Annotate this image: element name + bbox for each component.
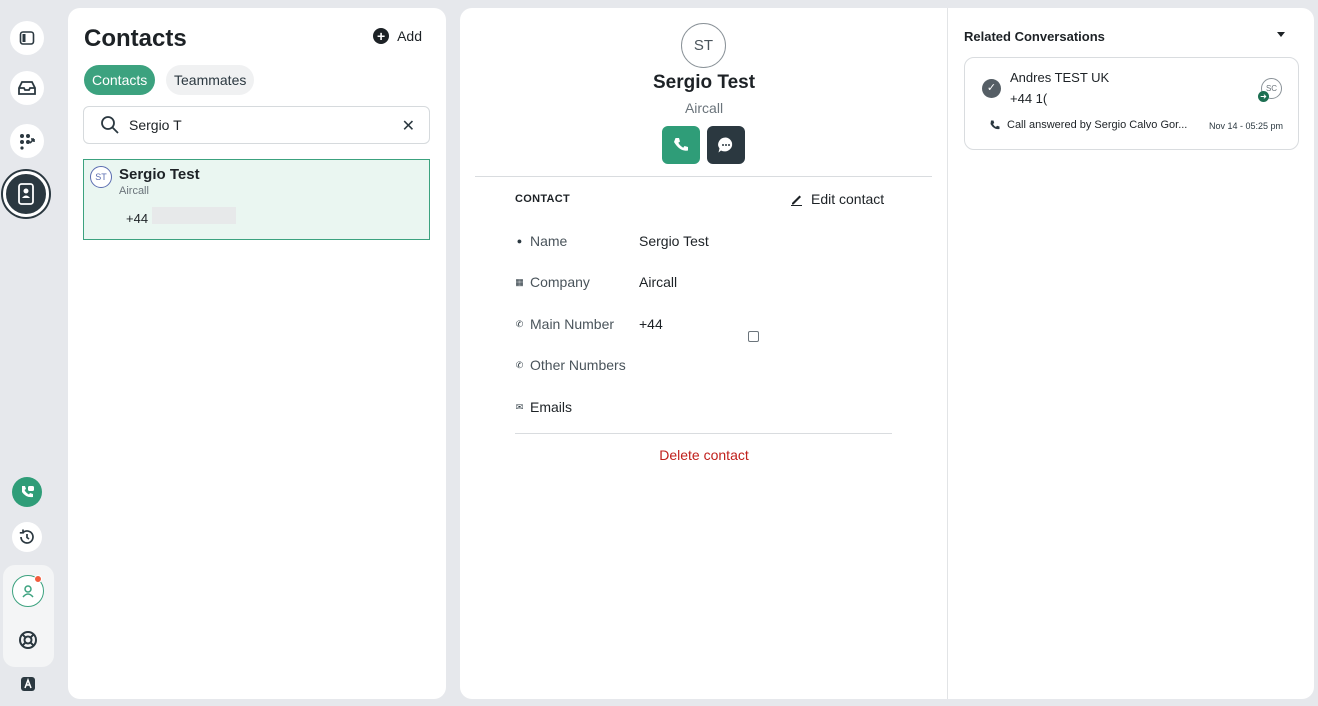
- field-value[interactable]: Aircall: [639, 274, 677, 290]
- inbox-icon[interactable]: [10, 71, 44, 105]
- field-value[interactable]: +44: [639, 316, 663, 332]
- tab-teammates[interactable]: Teammates: [166, 65, 255, 95]
- call-button[interactable]: [662, 126, 700, 164]
- arrow-right-icon: ➜: [1258, 91, 1269, 102]
- edit-contact-button[interactable]: Edit contact: [790, 191, 884, 207]
- mail-icon: ✉: [515, 401, 524, 412]
- history-icon[interactable]: [12, 522, 42, 552]
- divider: [475, 176, 932, 177]
- contacts-panel: Contacts + Add Contacts Teammates ✕ ST S…: [68, 8, 446, 699]
- detail-name: Sergio Test: [652, 72, 756, 93]
- section-label: CONTACT: [515, 193, 571, 205]
- building-icon: ▦: [515, 276, 524, 287]
- aircall-logo-icon: [21, 677, 35, 691]
- avatar: ST: [90, 166, 112, 188]
- detail-company: Aircall: [684, 100, 724, 116]
- column-divider: [947, 8, 948, 699]
- conversation-phone: +44 1(: [1010, 91, 1048, 106]
- phone-icon: [674, 138, 688, 151]
- field-label: Other Numbers: [530, 357, 626, 373]
- add-label: Add: [397, 28, 422, 44]
- contact-name: Sergio Test: [119, 166, 200, 183]
- contacts-book-icon[interactable]: [3, 171, 49, 217]
- conversation-status: Call answered by Sergio Calvo Gor...: [989, 119, 1194, 131]
- search-box: ✕: [83, 106, 430, 144]
- field-label: Emails: [530, 399, 573, 415]
- chat-bubble-icon: [718, 137, 733, 153]
- check-circle-icon: ✓: [982, 79, 1001, 98]
- redacted-block: [152, 207, 236, 224]
- divider: [515, 433, 892, 434]
- dialer-grid-icon[interactable]: [10, 124, 44, 158]
- phone-icon: ✆: [515, 318, 524, 329]
- message-button[interactable]: [707, 126, 745, 164]
- field-value[interactable]: Sergio Test: [639, 233, 709, 249]
- contact-result-item[interactable]: ST Sergio Test Aircall +44: [83, 159, 430, 240]
- plus-circle-icon: +: [373, 28, 390, 44]
- pencil-icon: [791, 195, 802, 206]
- phone-chat-icon[interactable]: [12, 477, 42, 507]
- contact-detail-panel: ST Sergio Test Aircall CONTACT Edit cont…: [460, 8, 1314, 699]
- avatar-large: ST: [681, 23, 726, 68]
- field-label: Company: [530, 274, 590, 290]
- clear-search-icon[interactable]: ✕: [402, 116, 415, 136]
- search-icon: [100, 115, 120, 140]
- page-title: Contacts: [84, 25, 187, 52]
- call-answered-icon: [990, 120, 1000, 130]
- field-label: Name: [530, 233, 568, 249]
- conversation-name: Andres TEST UK: [1010, 70, 1110, 85]
- status-text: Call answered by Sergio Calvo Gor...: [1007, 119, 1188, 131]
- edit-label: Edit contact: [811, 191, 885, 207]
- search-input[interactable]: [129, 115, 379, 135]
- contact-company: Aircall: [119, 185, 149, 197]
- phone-icon: ✆: [515, 359, 524, 370]
- caret-down-icon[interactable]: [1277, 32, 1285, 37]
- conversation-item[interactable]: ✓ Andres TEST UK +44 1( SC ➜ Call answer…: [964, 57, 1299, 150]
- copy-icon[interactable]: [748, 331, 759, 342]
- notification-dot: [34, 575, 42, 583]
- left-rail: [0, 0, 56, 706]
- tab-contacts[interactable]: Contacts: [84, 65, 156, 95]
- add-contact-button[interactable]: + Add: [373, 28, 422, 44]
- person-icon: ●: [516, 236, 523, 246]
- contact-phone: +44: [126, 211, 149, 226]
- sidebar-toggle-icon[interactable]: [10, 21, 44, 55]
- help-lifebuoy-icon[interactable]: [14, 626, 42, 654]
- conversation-time: Nov 14 - 05:25 pm: [1208, 121, 1283, 131]
- field-label: Main Number: [530, 316, 615, 332]
- delete-contact-button[interactable]: Delete contact: [460, 447, 948, 463]
- related-title: Related Conversations: [964, 29, 1105, 44]
